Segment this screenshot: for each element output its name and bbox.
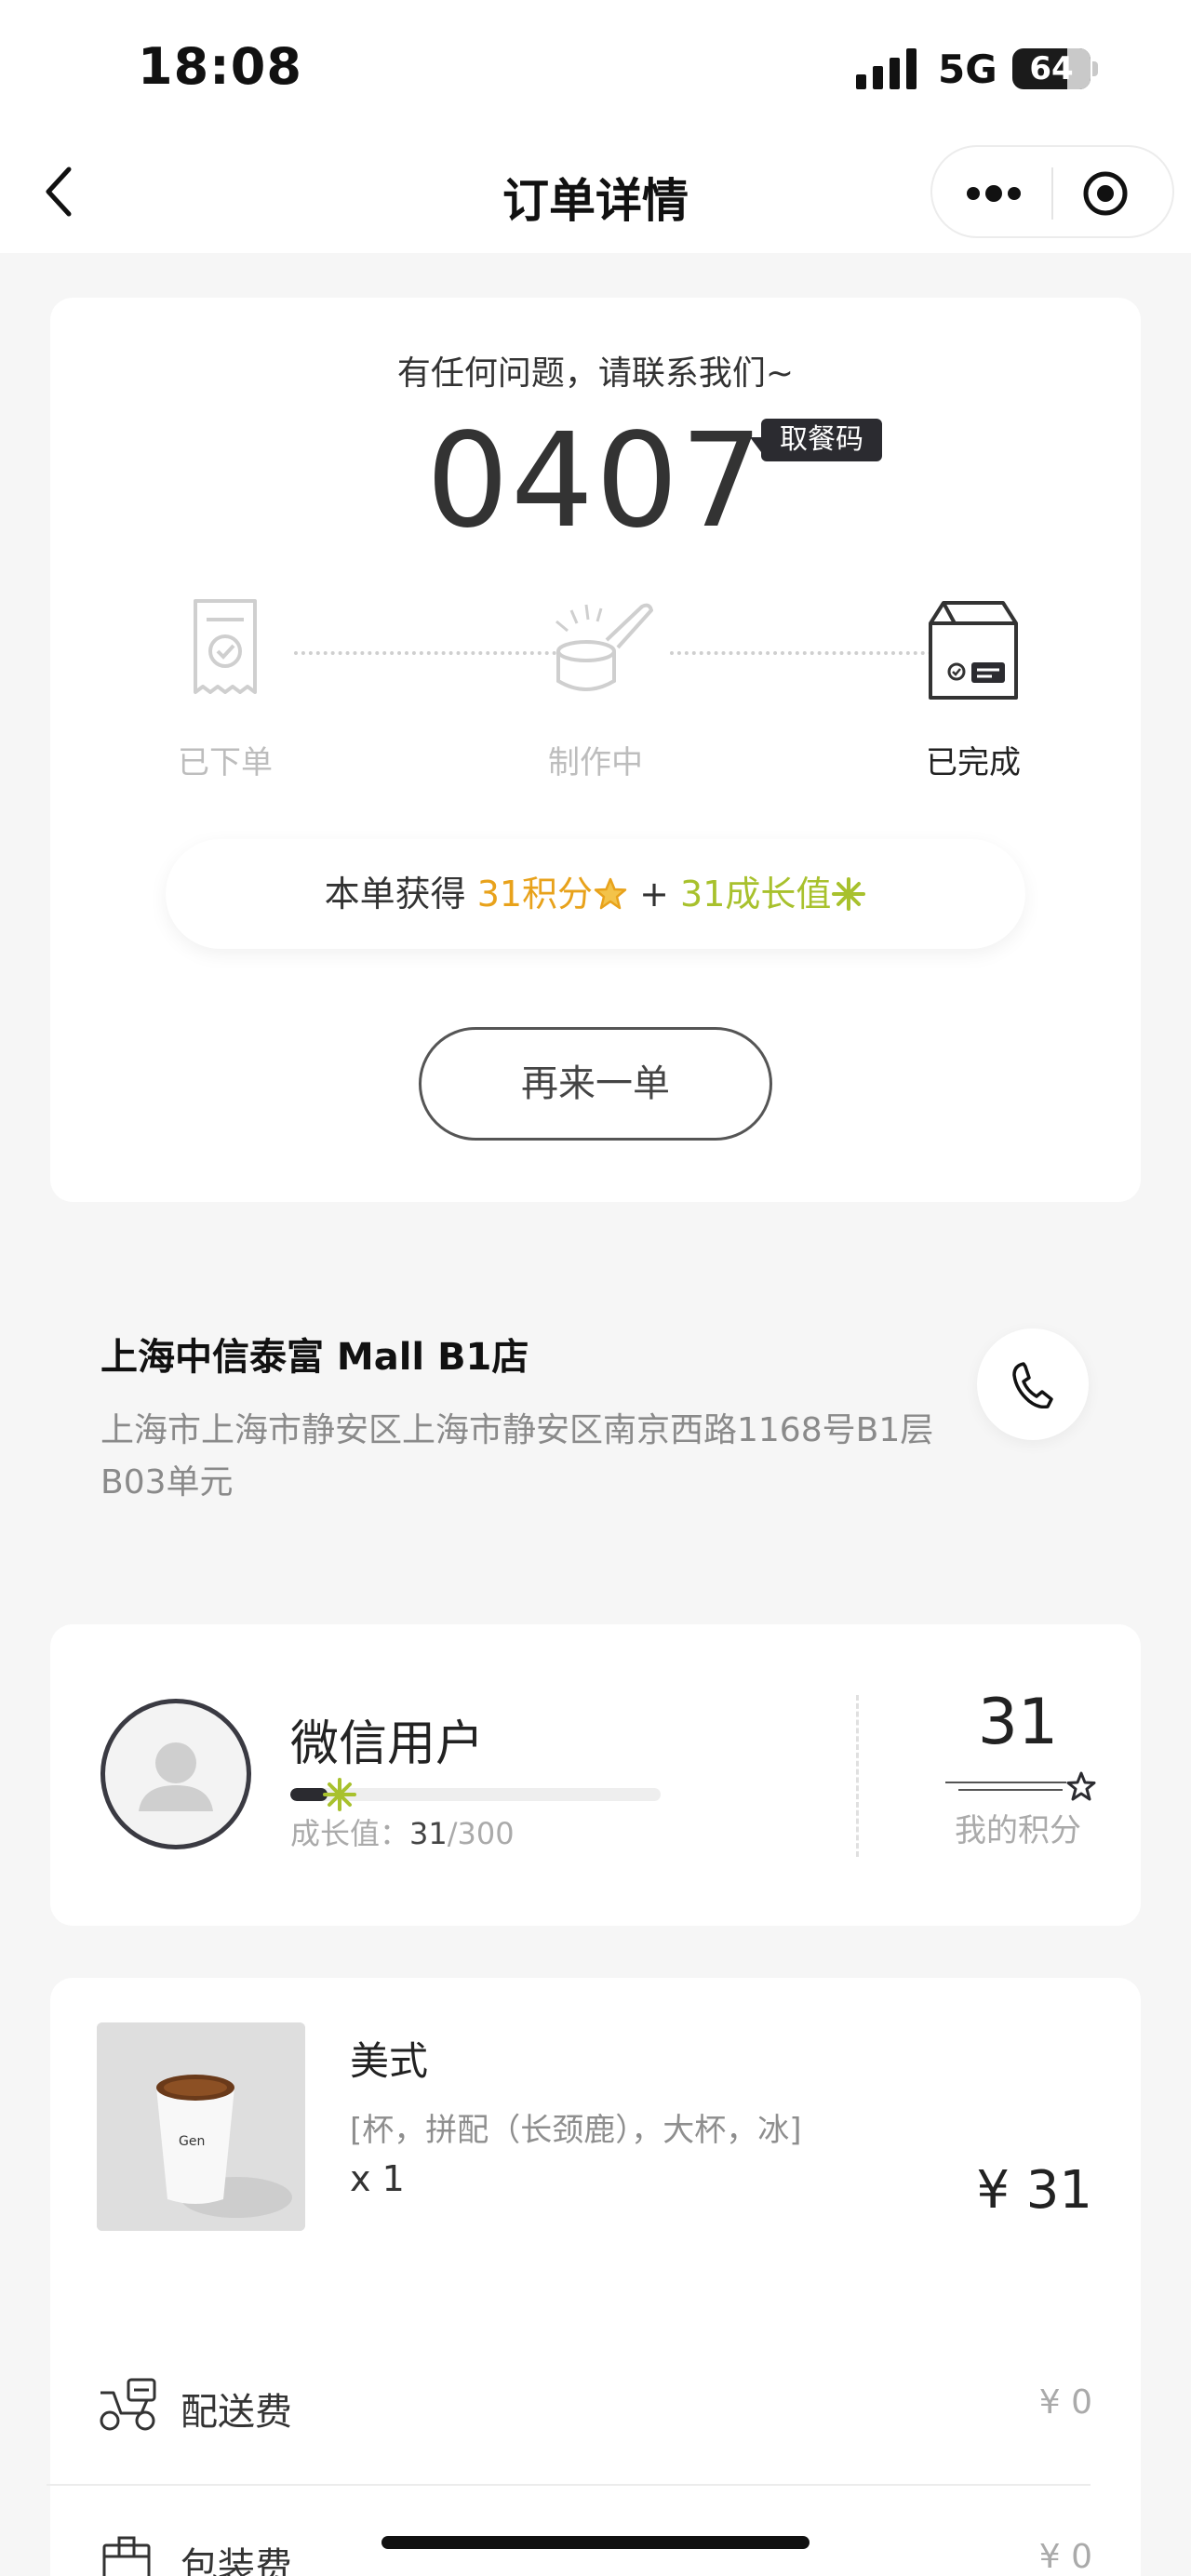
user-placeholder-icon	[139, 1742, 213, 1811]
product-name: 美式	[350, 2038, 429, 2084]
battery-tip	[1092, 61, 1098, 76]
brewing-cup-icon	[555, 603, 653, 691]
growth-max: /300	[447, 1816, 515, 1851]
product-image: Gen	[97, 2022, 305, 2231]
reward-points-banner: 本单获得 31积分 + 31成长值	[166, 839, 1025, 949]
sparkle-icon	[832, 877, 866, 911]
status-time: 18:08	[138, 37, 302, 96]
delivery-fee-value: ¥ 0	[1038, 2383, 1092, 2422]
member-name: 微信用户	[290, 1716, 485, 1772]
receipt-check-icon	[194, 599, 257, 694]
network-type: 5G	[938, 47, 997, 92]
signal-icon	[856, 48, 917, 89]
reorder-button[interactable]: 再来一单	[419, 1027, 772, 1141]
step-connector	[670, 651, 932, 655]
package-icon	[102, 2536, 151, 2576]
pickup-code-badge: 取餐码	[750, 419, 882, 461]
coffee-cup-image: Gen	[97, 2022, 305, 2231]
divider	[856, 1695, 859, 1857]
star-icon	[594, 877, 627, 910]
step-label-ordered: 已下单	[178, 744, 273, 781]
battery-icon: 64	[1012, 48, 1091, 89]
scooter-icon	[100, 2378, 156, 2431]
contact-hint: 有任何问题，请联系我们~	[396, 354, 795, 393]
takeout-bag-icon	[929, 601, 1018, 700]
reward-prefix: 本单获得	[324, 874, 477, 914]
mini-program-capsule	[930, 145, 1174, 238]
capsule-divider	[1051, 167, 1053, 220]
growth-current: 31	[409, 1816, 448, 1851]
store-address: 上海市上海市静安区上海市静安区南京西路1168号B1层B03单元	[100, 1411, 934, 1502]
more-icon[interactable]	[964, 184, 1024, 203]
delivery-fee-label: 配送费	[181, 2391, 292, 2434]
sparkle-icon	[323, 1778, 356, 1811]
phone-icon	[1012, 1362, 1053, 1408]
packaging-fee-label: 包装费	[181, 2545, 292, 2576]
growth-label: 成长值：	[290, 1816, 410, 1851]
growth-value: 成长值：31/300	[290, 1810, 515, 1853]
home-indicator	[381, 2536, 810, 2549]
product-price: ¥ 31	[976, 2160, 1092, 2221]
close-target-icon[interactable]	[1081, 169, 1130, 218]
avatar[interactable]	[100, 1699, 251, 1849]
product-quantity: x 1	[350, 2158, 405, 2199]
battery-level: 64	[1029, 50, 1074, 87]
order-status-card: 有任何问题，请联系我们~ 0407 取餐码 已下单 制作中 已完成 本单获得 3…	[50, 298, 1141, 1202]
points-star-icon	[945, 1771, 1096, 1801]
store-name: 上海中信泰富 Mall B1店	[100, 1336, 529, 1379]
step-label-making: 制作中	[548, 744, 643, 781]
svg-text:Gen: Gen	[179, 2134, 205, 2149]
call-store-button[interactable]	[977, 1328, 1089, 1440]
step-label-completed: 已完成	[926, 744, 1021, 781]
product-spec: [杯，拼配（长颈鹿），大杯，冰]	[350, 2112, 802, 2149]
member-card: 微信用户 成长值：31/300 31 我的积分	[50, 1624, 1141, 1926]
divider	[47, 2484, 1091, 2486]
reward-growth: 31成长值	[680, 874, 832, 914]
order-items-card: Gen 美式 [杯，拼配（长颈鹿），大杯，冰] x 1 ¥ 31 配送费 ¥ 0…	[50, 1978, 1141, 2576]
points-value[interactable]: 31	[925, 1686, 1111, 1759]
points-label: 我的积分	[955, 1812, 1081, 1849]
packaging-fee-value: ¥ 0	[1038, 2538, 1092, 2576]
pickup-code: 0407	[425, 406, 766, 557]
reward-points: 31积分	[476, 874, 594, 914]
reward-plus: +	[628, 874, 681, 914]
step-connector	[294, 651, 556, 655]
